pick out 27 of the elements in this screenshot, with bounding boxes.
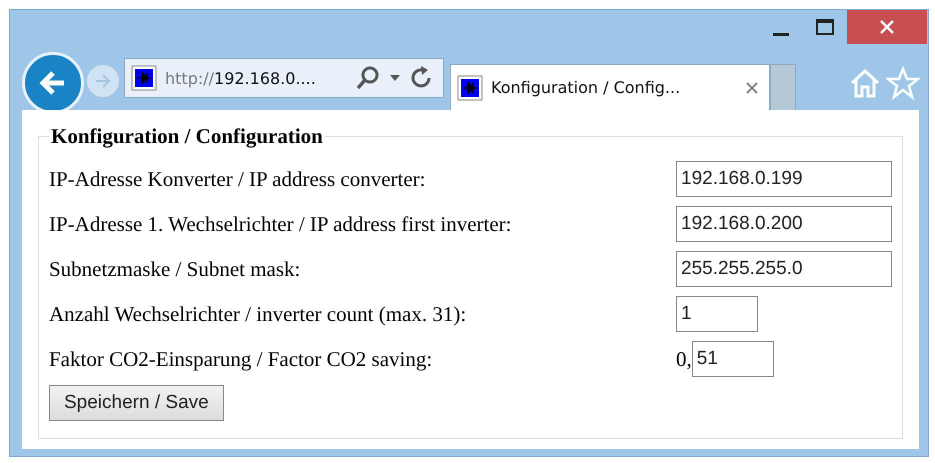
input-field[interactable]: 192.168.0.199: [676, 161, 892, 197]
star-icon[interactable]: [886, 66, 920, 100]
form-title: Konfiguration / Configuration: [50, 124, 324, 149]
field-label: IP-Adresse Konverter / IP address converter:: [49, 166, 427, 192]
search-icon[interactable]: [355, 65, 381, 91]
input-field[interactable]: 1: [676, 296, 758, 332]
field-label: IP-Adresse 1. Wechselrichter / IP address first inverter:: [49, 212, 512, 236]
minimize-icon: [773, 32, 789, 36]
input-field[interactable]: 255.255.255.0: [676, 251, 892, 287]
close-icon: [879, 19, 895, 35]
tab-title: Konfiguration / Config...: [491, 78, 682, 97]
browser-tab[interactable]: Konfiguration / Config...: [450, 64, 770, 110]
field-label: Anzahl Wechselrichter / inverter count (max. 31):: [49, 302, 468, 326]
address-bar[interactable]: http://192.168.0....: [124, 58, 444, 98]
close-icon[interactable]: [745, 80, 759, 94]
input-field[interactable]: 51: [692, 341, 774, 377]
maximize-icon: [815, 17, 835, 37]
save-button[interactable]: Speichern / Save: [49, 385, 224, 421]
url-text: http://192.168.0....: [165, 68, 317, 88]
caret-icon[interactable]: [389, 73, 401, 83]
page-icon: [457, 74, 483, 100]
input-field[interactable]: 192.168.0.200: [676, 206, 892, 242]
field-label: Faktor CO2-Einsparung / Factor CO2 saving:: [49, 346, 434, 372]
field-label: Subnetzmaske / Subnet mask:: [49, 256, 302, 282]
value-prefix: 0,: [676, 346, 692, 372]
close-button[interactable]: [847, 10, 927, 44]
page-icon: [131, 65, 157, 91]
